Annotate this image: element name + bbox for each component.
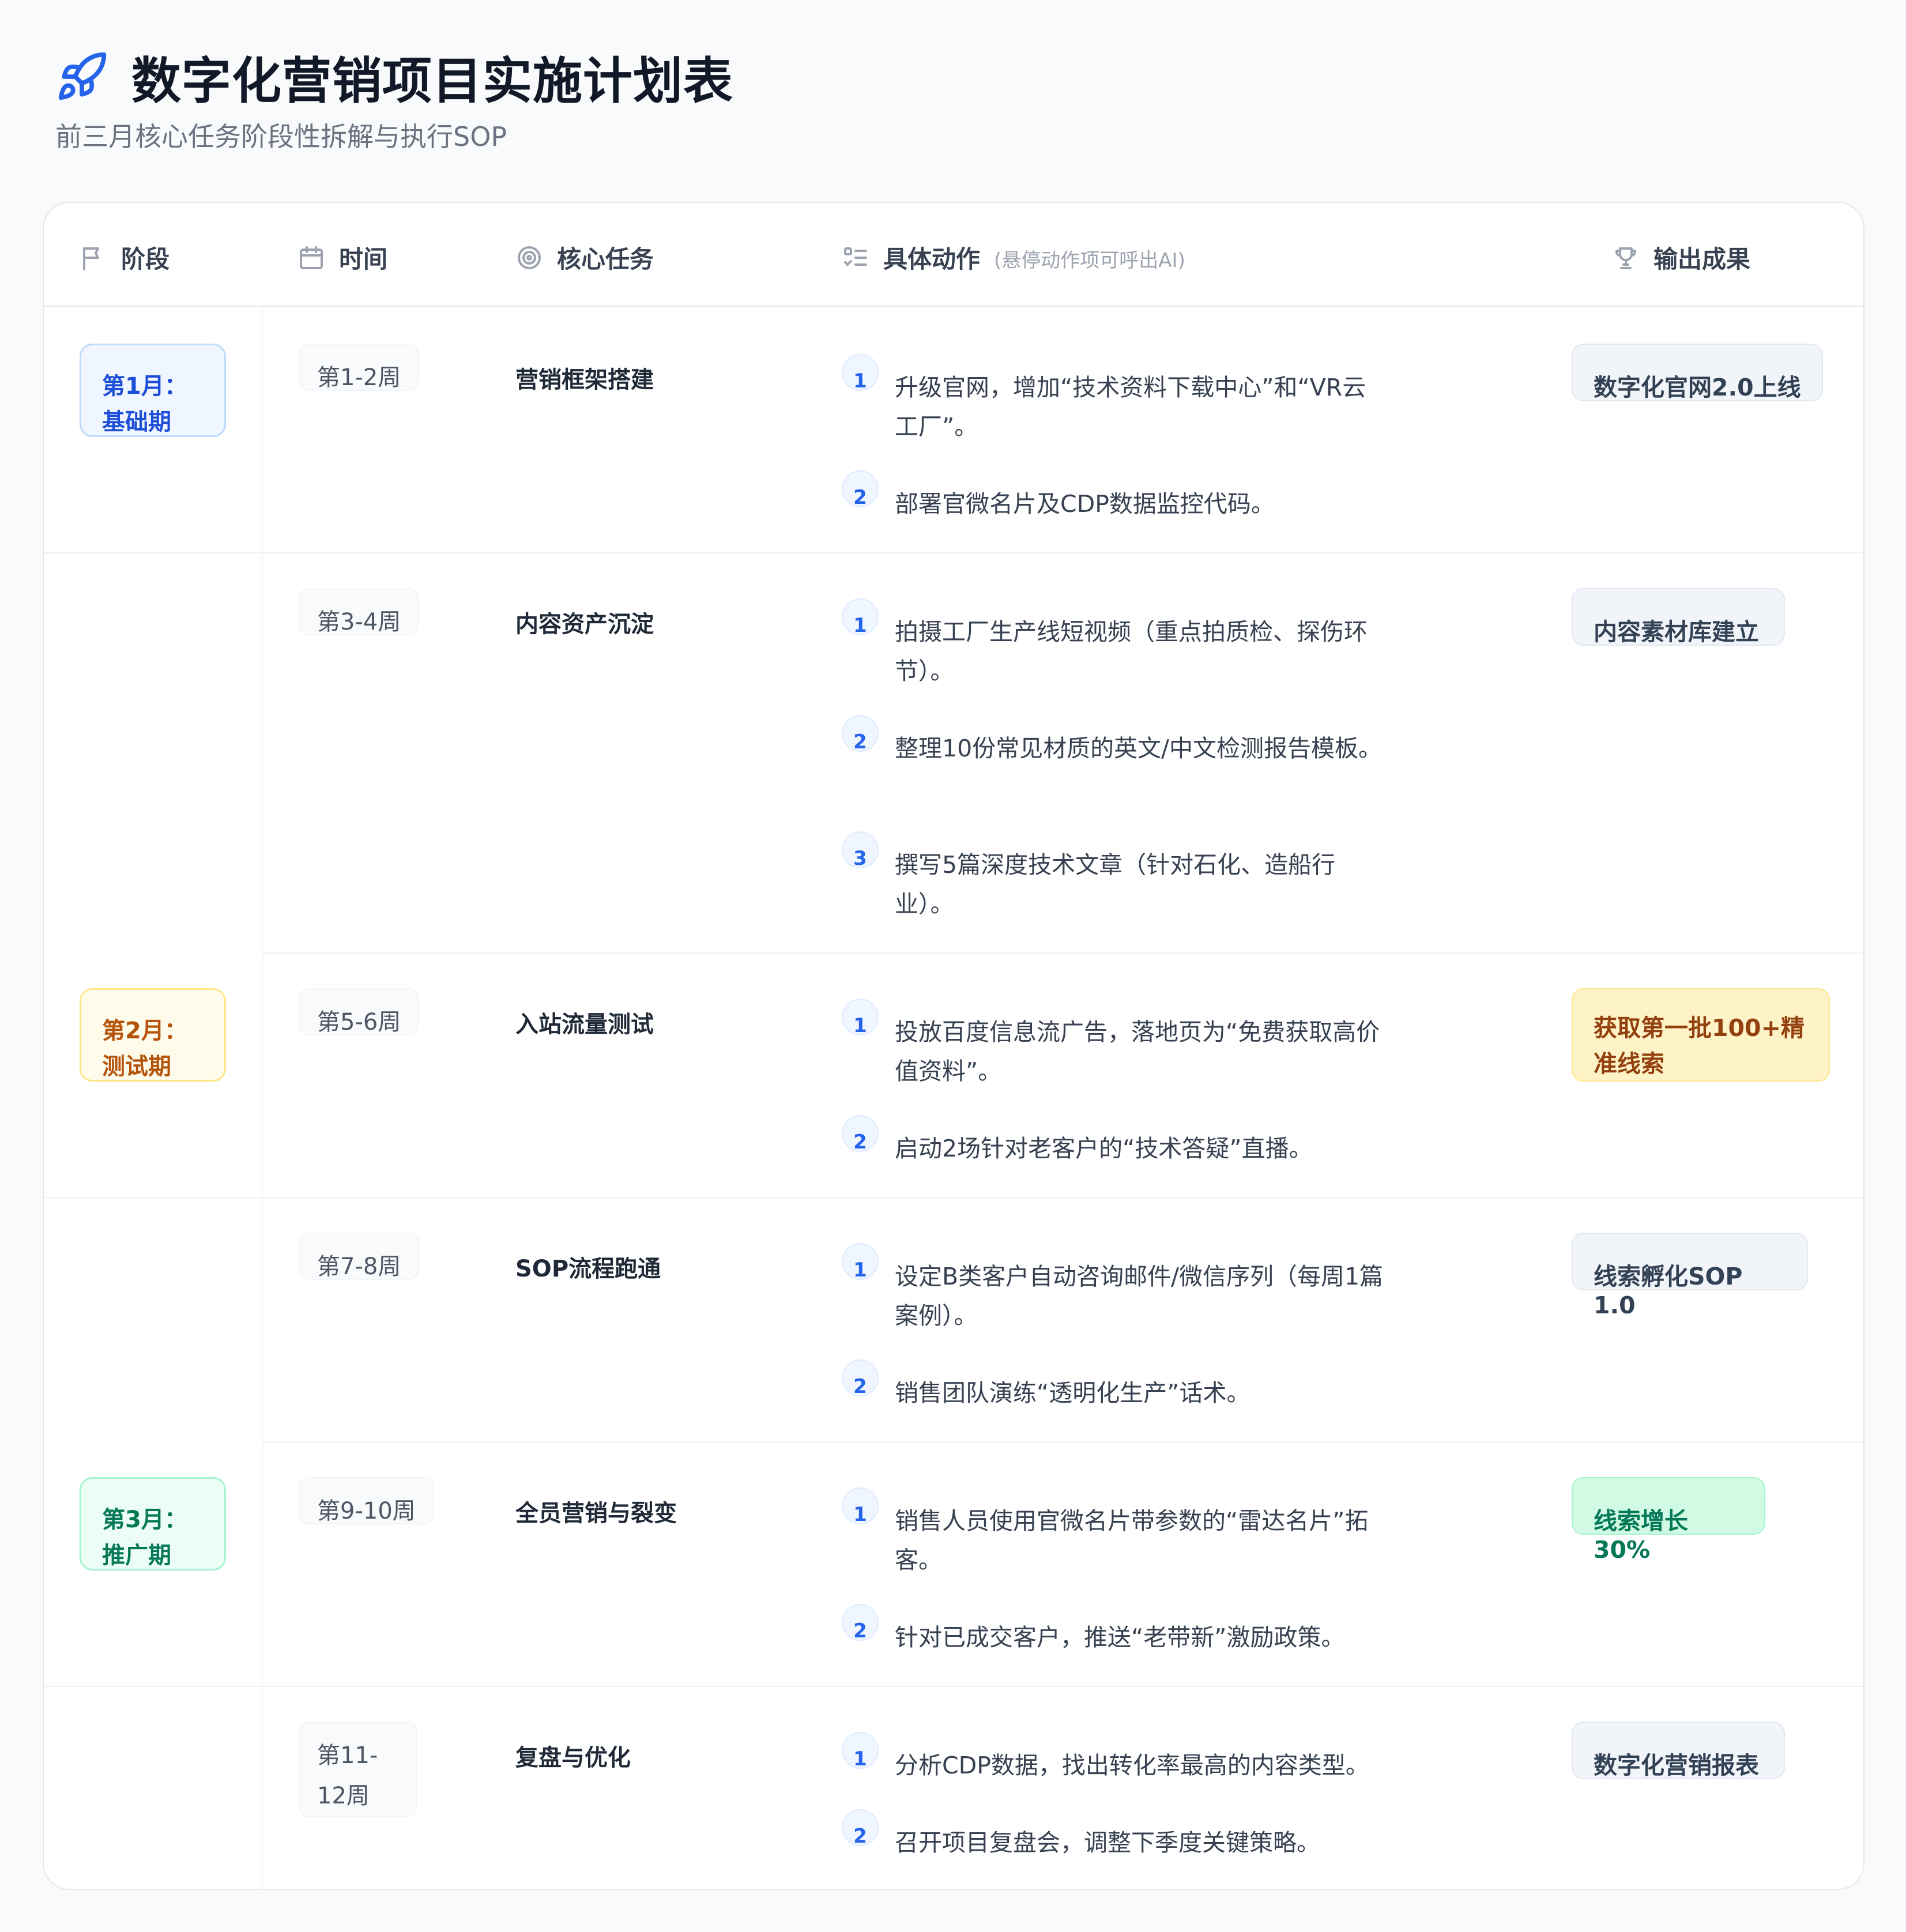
rocket-icon: [58, 52, 107, 100]
output-badge: 内容素材库建立: [1572, 588, 1785, 646]
action-number: 1: [842, 1487, 879, 1526]
row-divider: [44, 552, 1863, 553]
core-task: 全员营销与裂变: [515, 1500, 677, 1527]
phase-badge-month-3: 第3月： 推广期: [80, 1477, 226, 1571]
action-number: 1: [842, 598, 879, 637]
action-number: 1: [842, 1732, 879, 1771]
action-number: 2: [842, 1809, 879, 1848]
action-text: 销售团队演练“透明化生产”话术。: [895, 1379, 1250, 1407]
action-text: 升级官网，增加“技术资料下载中心”和“VR云工厂”。: [895, 374, 1366, 440]
phase-badge-month-2: 第2月： 测试期: [80, 988, 226, 1082]
output-badge: 获取第一批100+精准线索: [1572, 988, 1830, 1082]
action-hint: (悬停动作项可呼出AI): [994, 249, 1185, 272]
action-number: 2: [842, 1359, 879, 1398]
action-text: 针对已成交客户，推送“老带新”激励政策。: [895, 1624, 1345, 1651]
action-text: 设定B类客户自动咨询邮件/微信序列（每周1篇案例）。: [895, 1263, 1384, 1330]
action-number: 1: [842, 999, 879, 1037]
action-text: 召开项目复盘会，调整下季度关键策略。: [895, 1829, 1320, 1856]
row-divider: [44, 1686, 1863, 1687]
action-number: 3: [842, 831, 879, 870]
column-header-action: 具体动作 (悬停动作项可呼出AI): [842, 240, 1185, 275]
week-badge: 第1-2周: [299, 344, 420, 391]
page-header: 数字化营销项目实施计划表 前三月核心任务阶段性拆解与执行SOP: [55, 40, 733, 154]
row-divider: [262, 952, 1863, 954]
phase-badge-month-1: 第1月： 基础期: [80, 344, 226, 437]
output-badge: 线索增长30%: [1572, 1477, 1765, 1564]
action-text: 拍摄工厂生产线短视频（重点拍质检、探伤环节）。: [895, 618, 1368, 685]
week-badge: 第7-8周: [299, 1233, 420, 1280]
action-text: 启动2场针对老客户的“技术答疑”直播。: [895, 1135, 1313, 1162]
column-header-output: 输出成果: [1612, 240, 1750, 275]
core-task: SOP流程跑通: [515, 1256, 661, 1282]
output-badge: 线索孵化SOP 1.0: [1572, 1233, 1808, 1319]
week-badge: 第5-6周: [299, 988, 420, 1035]
week-badge: 第9-10周: [299, 1477, 434, 1524]
action-number: 1: [842, 354, 879, 393]
action-number: 2: [842, 1604, 879, 1643]
column-header-task: 核心任务: [515, 240, 654, 275]
list-checks-icon: [844, 247, 867, 266]
trophy-icon: [1615, 247, 1636, 269]
action-text: 撰写5篇深度技术文章（针对石化、造船行业）。: [895, 851, 1336, 918]
core-task: 入站流量测试: [515, 1011, 654, 1038]
page-title: 数字化营销项目实施计划表: [131, 52, 733, 110]
core-task: 营销框架搭建: [515, 367, 654, 393]
output-badge: 数字化官网2.0上线: [1572, 344, 1823, 401]
output-badge: 数字化营销报表: [1572, 1722, 1785, 1779]
column-divider: [262, 307, 263, 1889]
target-icon: [518, 246, 541, 269]
row-divider: [262, 1441, 1863, 1443]
action-number: 1: [842, 1243, 879, 1282]
action-text: 整理10份常见材质的英文/中文检测报告模板。: [895, 735, 1382, 762]
action-number: 2: [842, 470, 879, 509]
page-subtitle: 前三月核心任务阶段性拆解与执行SOP: [55, 121, 507, 152]
calendar-icon: [300, 246, 323, 269]
action-number: 2: [842, 715, 879, 754]
week-badge: 第11-12周: [299, 1722, 417, 1817]
week-badge: 第3-4周: [299, 588, 420, 635]
plan-table: 阶段 时间 核心任务 具体动作 (悬停动作项可呼出AI) 输出成果 第1月： 基…: [43, 202, 1864, 1890]
action-number: 2: [842, 1115, 879, 1154]
action-text: 销售人员使用官微名片带参数的“雷达名片”拓客。: [895, 1507, 1369, 1574]
core-task: 内容资产沉淀: [515, 611, 654, 638]
column-header-phase: 阶段: [80, 240, 169, 275]
action-text: 投放百度信息流广告，落地页为“免费获取高价值资料”。: [895, 1018, 1380, 1085]
core-task: 复盘与优化: [515, 1745, 631, 1771]
column-header-time: 时间: [297, 240, 387, 275]
flag-icon: [83, 247, 99, 270]
table-header: 阶段 时间 核心任务 具体动作 (悬停动作项可呼出AI) 输出成果: [44, 203, 1863, 307]
action-text: 分析CDP数据，找出转化率最高的内容类型。: [895, 1752, 1369, 1779]
row-divider: [44, 1197, 1863, 1198]
action-text: 部署官微名片及CDP数据监控代码。: [895, 490, 1275, 518]
